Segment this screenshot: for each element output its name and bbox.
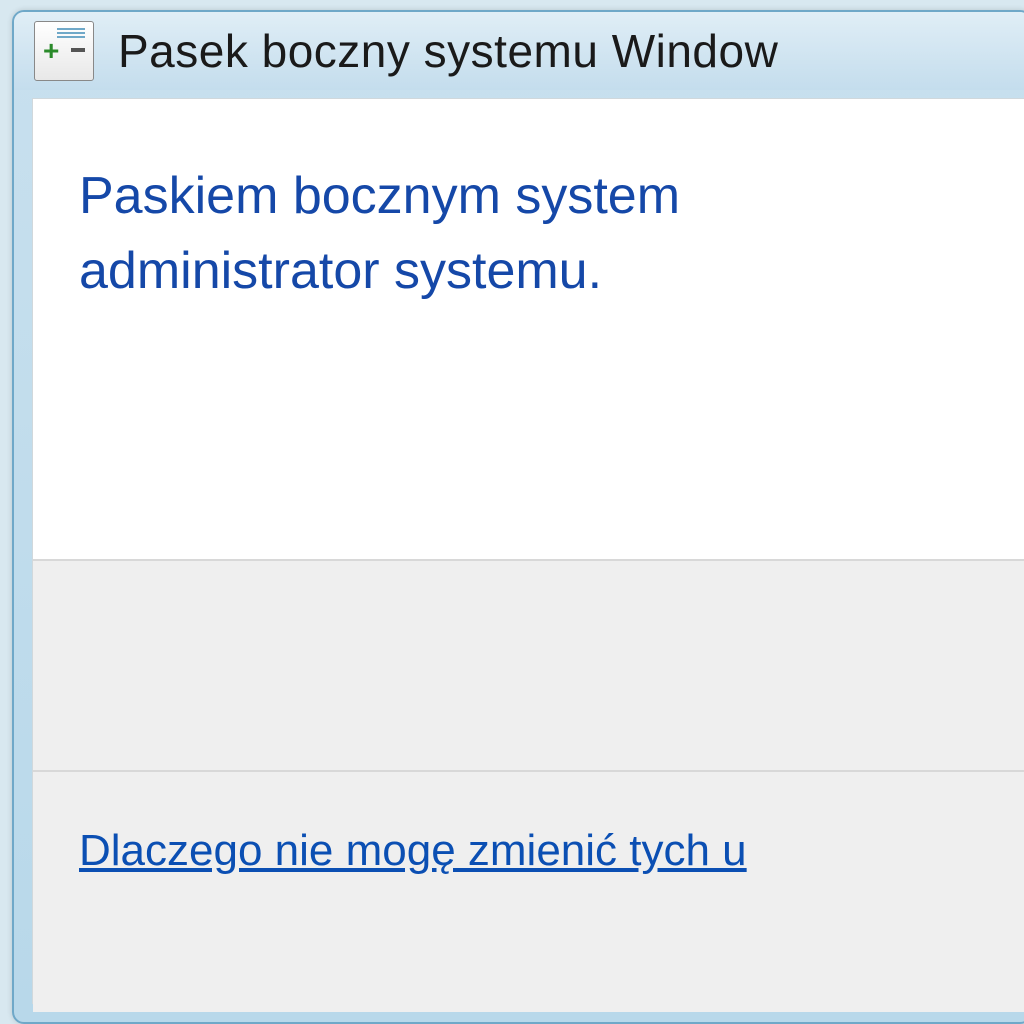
message-line-2: administrator systemu.: [79, 234, 1024, 309]
sidebar-app-icon: +: [34, 21, 94, 81]
help-link[interactable]: Dlaczego nie mogę zmienić tych u: [79, 826, 747, 875]
message-panel: Paskiem bocznym system administrator sys…: [33, 99, 1024, 559]
window-title: Pasek boczny systemu Window: [118, 24, 778, 78]
middle-panel: [33, 559, 1024, 772]
link-panel: Dlaczego nie mogę zmienić tych u: [33, 772, 1024, 1012]
message-line-1: Paskiem bocznym system: [79, 159, 1024, 234]
titlebar[interactable]: + Pasek boczny systemu Window: [14, 12, 1024, 90]
client-area: Paskiem bocznym system administrator sys…: [32, 98, 1024, 1004]
dialog-window: + Pasek boczny systemu Window Paskiem bo…: [12, 10, 1024, 1024]
